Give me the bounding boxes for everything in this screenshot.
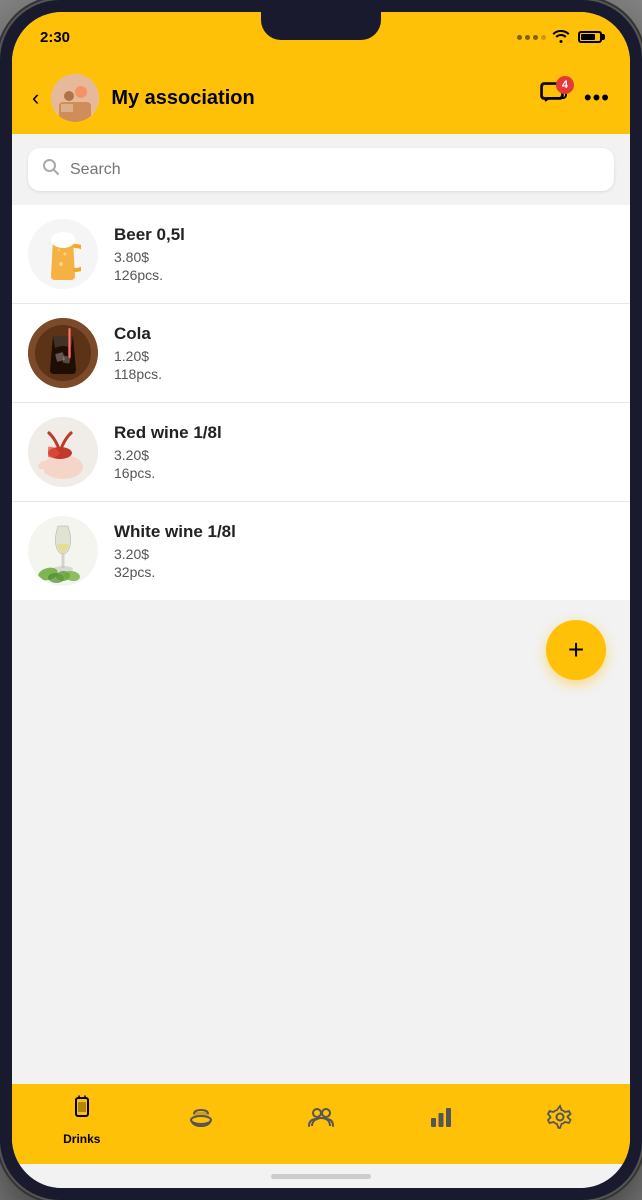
- item-price: 3.80$: [114, 249, 614, 265]
- back-button[interactable]: ‹: [32, 85, 39, 111]
- notification-badge: 4: [556, 76, 574, 94]
- item-cola-image: [28, 318, 98, 388]
- wifi-icon: [552, 29, 570, 46]
- signal-dot-1: [517, 35, 522, 40]
- item-qty: 126pcs.: [114, 267, 614, 283]
- signal-dot-4: [541, 35, 546, 40]
- status-icons: [517, 29, 602, 46]
- signal-dots: [517, 35, 546, 40]
- status-time: 2:30: [40, 29, 70, 46]
- nav-item-food[interactable]: [142, 1104, 262, 1137]
- list-item[interactable]: Beer 0,5l 3.80$ 126pcs.: [12, 205, 630, 304]
- item-name: Cola: [114, 324, 614, 344]
- battery-fill: [581, 34, 595, 40]
- phone-screen: 2:30: [12, 12, 630, 1188]
- settings-icon: [547, 1104, 573, 1137]
- members-icon: [308, 1104, 334, 1137]
- food-icon: [188, 1104, 214, 1137]
- item-qty: 32pcs.: [114, 564, 614, 580]
- item-name: Beer 0,5l: [114, 225, 614, 245]
- search-box[interactable]: [28, 148, 614, 191]
- item-redwine-image: [28, 417, 98, 487]
- notch: [261, 12, 381, 40]
- status-bar: 2:30: [12, 12, 630, 62]
- avatar-image: [51, 74, 99, 122]
- item-beer-image: [28, 219, 98, 289]
- main-content: Beer 0,5l 3.80$ 126pcs.: [12, 134, 630, 1084]
- more-options-button[interactable]: •••: [584, 85, 610, 111]
- list-item[interactable]: Red wine 1/8l 3.20$ 16pcs.: [12, 403, 630, 502]
- nav-item-stats[interactable]: [381, 1104, 501, 1137]
- item-price: 1.20$: [114, 348, 614, 364]
- avatar: [51, 74, 99, 122]
- item-beer-info: Beer 0,5l 3.80$ 126pcs.: [114, 225, 614, 283]
- header-actions: 4 •••: [540, 82, 610, 115]
- item-redwine-info: Red wine 1/8l 3.20$ 16pcs.: [114, 423, 614, 481]
- fab-area: +: [12, 600, 630, 720]
- stats-icon: [428, 1104, 454, 1137]
- nav-item-settings[interactable]: [500, 1104, 620, 1137]
- header: ‹ My association: [12, 62, 630, 134]
- home-bar: [271, 1174, 371, 1179]
- search-icon: [42, 158, 60, 181]
- item-price: 3.20$: [114, 546, 614, 562]
- list-item[interactable]: Cola 1.20$ 118pcs.: [12, 304, 630, 403]
- signal-dot-2: [525, 35, 530, 40]
- phone-frame: 2:30: [0, 0, 642, 1200]
- messages-button[interactable]: 4: [540, 82, 568, 115]
- page-title: My association: [111, 87, 528, 110]
- bottom-nav: Drinks: [12, 1084, 630, 1164]
- item-qty: 16pcs.: [114, 465, 614, 481]
- signal-dot-3: [533, 35, 538, 40]
- item-whitewine-info: White wine 1/8l 3.20$ 32pcs.: [114, 522, 614, 580]
- items-list: Beer 0,5l 3.80$ 126pcs.: [12, 205, 630, 600]
- add-button[interactable]: +: [546, 620, 606, 680]
- nav-item-drinks[interactable]: Drinks: [22, 1095, 142, 1146]
- drinks-icon: [69, 1095, 95, 1128]
- item-price: 3.20$: [114, 447, 614, 463]
- home-indicator: [12, 1164, 630, 1188]
- item-whitewine-image: [28, 516, 98, 586]
- item-name: White wine 1/8l: [114, 522, 614, 542]
- item-name: Red wine 1/8l: [114, 423, 614, 443]
- item-qty: 118pcs.: [114, 366, 614, 382]
- drinks-label: Drinks: [63, 1132, 100, 1146]
- battery-icon: [578, 31, 602, 43]
- nav-item-members[interactable]: [261, 1104, 381, 1137]
- search-input[interactable]: [70, 161, 600, 179]
- search-container: [12, 134, 630, 205]
- item-cola-info: Cola 1.20$ 118pcs.: [114, 324, 614, 382]
- list-item[interactable]: White wine 1/8l 3.20$ 32pcs.: [12, 502, 630, 600]
